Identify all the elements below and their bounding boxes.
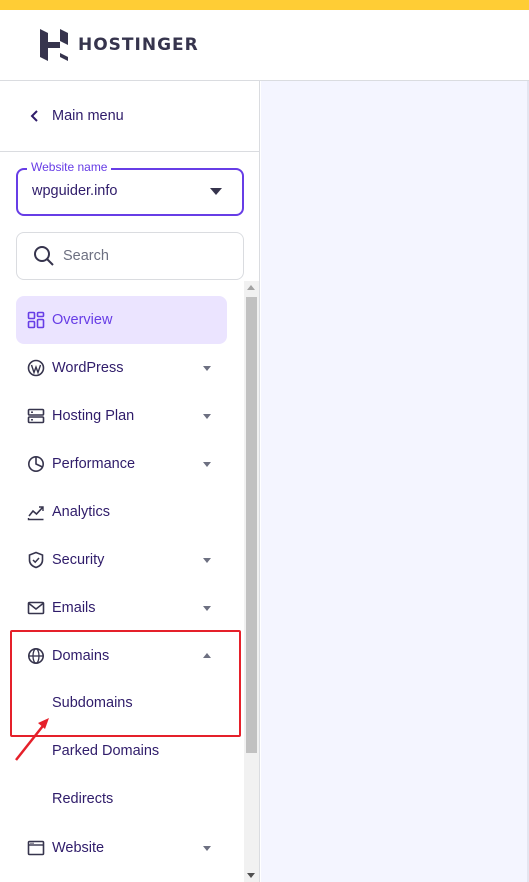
shield-icon xyxy=(28,551,44,569)
sidebar-subitem-redirects[interactable]: Redirects xyxy=(16,776,227,824)
sidebar-item-wordpress[interactable]: WordPress xyxy=(16,344,227,392)
trend-line-icon xyxy=(27,506,44,521)
wordpress-icon xyxy=(27,359,45,377)
header: HOSTINGER xyxy=(0,10,529,81)
sidebar-item-label: Overview xyxy=(52,312,113,328)
sidebar-subitem-subdomains[interactable]: Subdomains xyxy=(16,680,227,728)
sidebar-subitem-label: Parked Domains xyxy=(52,743,160,759)
chevron-down-icon xyxy=(203,846,211,851)
website-name-value: wpguider.info xyxy=(32,183,118,199)
sidebar-item-domains[interactable]: Domains xyxy=(16,632,227,680)
globe-icon xyxy=(28,648,44,664)
sidebar-scrollbar[interactable] xyxy=(244,281,259,882)
caret-down-icon xyxy=(210,188,222,195)
chevron-down-icon xyxy=(203,366,211,371)
sidebar-item-website[interactable]: Website xyxy=(16,824,227,872)
browser-window-icon xyxy=(27,840,45,856)
envelope-icon xyxy=(27,601,45,615)
sidebar-nav: Overview WordPress Hosting Plan Performa… xyxy=(0,296,244,882)
search-box xyxy=(16,232,244,280)
search-icon xyxy=(34,246,54,266)
sidebar-item-label: Emails xyxy=(52,600,96,616)
chevron-left-icon xyxy=(30,110,38,122)
sidebar-item-label: Hosting Plan xyxy=(52,408,135,424)
server-icon xyxy=(27,408,45,424)
chevron-down-icon xyxy=(203,606,211,611)
sidebar-item-label: Domains xyxy=(52,648,110,664)
pie-chart-icon xyxy=(28,456,44,472)
sidebar-item-performance[interactable]: Performance xyxy=(16,440,227,488)
sidebar-item-label: Analytics xyxy=(52,504,111,520)
sidebar-item-label: WordPress xyxy=(52,360,124,376)
website-name-select[interactable]: Website name wpguider.info xyxy=(16,160,244,216)
sidebar-item-security[interactable]: Security xyxy=(16,536,227,584)
chevron-up-icon xyxy=(203,653,211,658)
sidebar-item-emails[interactable]: Emails xyxy=(16,584,227,632)
sidebar-subitem-label: Redirects xyxy=(52,791,114,807)
main-content xyxy=(261,81,529,882)
sidebar-item-label: Performance xyxy=(52,456,136,472)
brand-name: HOSTINGER xyxy=(78,35,199,55)
sidebar-subitem-parked-domains[interactable]: Parked Domains xyxy=(16,728,227,776)
sidebar-item-label: Security xyxy=(52,552,105,568)
sidebar-item-hosting-plan[interactable]: Hosting Plan xyxy=(16,392,227,440)
main-menu-link[interactable]: Main menu xyxy=(0,81,259,152)
sidebar-item-analytics[interactable]: Analytics xyxy=(16,488,227,536)
hostinger-logo-icon xyxy=(40,29,68,61)
scroll-up-icon[interactable] xyxy=(247,285,255,290)
sidebar-item-label: Website xyxy=(52,840,105,856)
scroll-down-icon[interactable] xyxy=(247,873,255,878)
sidebar-item-overview[interactable]: Overview xyxy=(16,296,227,344)
sidebar: Main menu Website name wpguider.info Ove… xyxy=(0,81,260,882)
search-input[interactable] xyxy=(63,248,213,264)
top-accent-bar xyxy=(0,0,529,10)
scrollbar-thumb[interactable] xyxy=(246,297,257,753)
chevron-down-icon xyxy=(203,462,211,467)
chevron-down-icon xyxy=(203,558,211,563)
website-name-legend: Website name xyxy=(27,160,112,174)
chevron-down-icon xyxy=(203,414,211,419)
grid-icon xyxy=(27,311,45,329)
main-menu-label: Main menu xyxy=(52,108,124,124)
sidebar-subitem-label: Subdomains xyxy=(52,695,133,711)
hostinger-logo[interactable]: HOSTINGER xyxy=(40,29,199,61)
